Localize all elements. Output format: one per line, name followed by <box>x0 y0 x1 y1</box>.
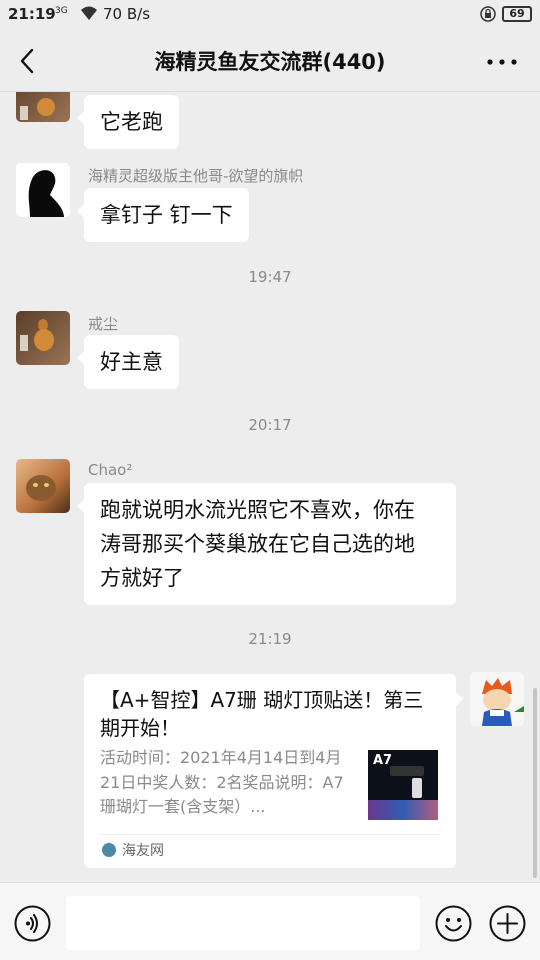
card-thumbnail: A7 <box>368 750 438 820</box>
time-divider: 21:19 <box>248 630 292 648</box>
message-line: 涛哥那买个葵巢放在它自己选的地 <box>100 532 415 556</box>
status-time: 21:19 <box>8 5 56 23</box>
cat-avatar[interactable] <box>16 459 70 513</box>
sender-name: 海精灵超级版主他哥-欲望的旗帜 <box>88 167 304 185</box>
time-divider: 20:17 <box>248 416 292 434</box>
my-avatar[interactable] <box>470 672 524 726</box>
thumbnail-label: A7 <box>373 753 393 768</box>
chat-messages[interactable]: 它老跑 海精灵超级版主他哥-欲望的旗帜 拿钉子 钉一下 19:47 戒尘 好主意… <box>0 92 540 882</box>
message-bubble[interactable]: 它老跑 <box>77 95 179 149</box>
silhouette-avatar[interactable] <box>16 163 70 217</box>
wifi-icon <box>81 6 97 20</box>
input-bar <box>0 882 540 960</box>
link-card[interactable]: 【A+智控】A7珊 瑚灯顶贴送！第三期开始！ 活动时间：2021年4月14日到4… <box>84 674 463 868</box>
message-line: 方就好了 <box>100 566 184 590</box>
chat-title: 海精灵鱼友交流群(440) <box>154 50 386 74</box>
gourd-avatar[interactable] <box>16 92 70 122</box>
card-divider <box>100 834 440 835</box>
source-logo-icon <box>102 843 116 857</box>
chat-header: 海精灵鱼友交流群(440) <box>0 30 540 92</box>
rotation-lock-icon <box>480 6 496 22</box>
message-bubble[interactable]: 跑就说明水流光照它不喜欢，你在 涛哥那买个葵巢放在它自己选的地 方就好了 <box>77 483 456 605</box>
time-divider: 19:47 <box>248 268 292 286</box>
status-bar: 21:19 3G 70 B/s 69 <box>0 0 540 30</box>
message-bubble[interactable]: 好主意 <box>77 335 179 389</box>
message-line: 跑就说明水流光照它不喜欢，你在 <box>100 498 415 522</box>
sender-name: Chao² <box>88 461 133 479</box>
card-description: 活动时间：2021年4月14日到4月21日中奖人数：2名奖品说明：A7珊瑚灯一套… <box>100 748 344 816</box>
more-options-icon[interactable] <box>480 44 524 78</box>
message-bubble[interactable]: 拿钉子 钉一下 <box>77 188 249 242</box>
voice-icon[interactable] <box>14 905 51 942</box>
plus-icon[interactable] <box>489 905 526 942</box>
message-input[interactable] <box>66 896 420 950</box>
network-speed: 70 B/s <box>103 5 151 23</box>
card-source: 海友网 <box>122 843 164 859</box>
card-title: 【A+智控】A7珊 瑚灯顶贴送！第三期开始！ <box>100 688 424 740</box>
battery-indicator: 69 <box>502 6 532 22</box>
gourd-avatar[interactable] <box>16 311 70 365</box>
signal-icon: 3G <box>55 6 68 16</box>
scrollbar[interactable] <box>533 688 537 878</box>
back-arrow-icon[interactable] <box>10 44 46 78</box>
emoji-icon[interactable] <box>435 905 472 942</box>
sender-name: 戒尘 <box>88 315 119 333</box>
